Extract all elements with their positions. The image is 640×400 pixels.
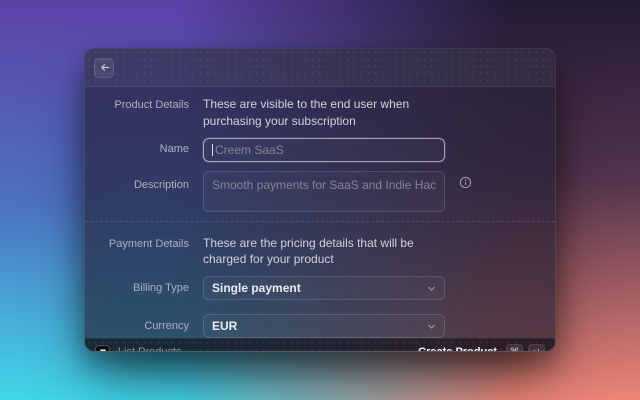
billing-type-row: Billing Type Single payment (85, 276, 555, 300)
description-placeholder: Smooth payments for SaaS and Indie Hacke… (212, 178, 436, 192)
text-caret (212, 144, 213, 156)
product-details-description: These are visible to the end user when p… (203, 96, 445, 130)
payment-details-description: These are the pricing details that will … (203, 235, 445, 269)
list-products-breadcrumb[interactable]: List Products (95, 345, 182, 352)
chevron-down-icon (427, 284, 436, 293)
arrow-left-icon (99, 62, 110, 73)
product-details-label: Product Details (85, 96, 189, 112)
payment-details-section-header: Payment Details These are the pricing de… (85, 235, 555, 269)
create-product-dialog: Product Details These are visible to the… (84, 48, 556, 352)
chevron-down-icon (427, 322, 436, 331)
billing-type-select[interactable]: Single payment (203, 276, 445, 300)
list-products-label: List Products (118, 346, 182, 352)
currency-row: Currency EUR (85, 314, 555, 338)
currency-label: Currency (85, 319, 189, 333)
command-key-icon: ⌘ (506, 344, 523, 352)
billing-type-value: Single payment (212, 281, 301, 295)
name-input[interactable]: Creem SaaS (203, 138, 445, 162)
currency-value: EUR (212, 319, 237, 333)
description-textarea[interactable]: Smooth payments for SaaS and Indie Hacke… (203, 171, 445, 212)
billing-type-label: Billing Type (85, 281, 189, 295)
name-input-placeholder: Creem SaaS (215, 143, 284, 157)
dialog-header (85, 49, 555, 87)
currency-select[interactable]: EUR (203, 314, 445, 338)
info-circle-icon[interactable] (459, 171, 477, 189)
return-key-icon: ↵ (528, 344, 545, 352)
description-field-row: Description Smooth payments for SaaS and… (85, 171, 555, 212)
payment-details-label: Payment Details (85, 235, 189, 251)
name-label: Name (85, 142, 189, 156)
product-details-section-header: Product Details These are visible to the… (85, 96, 555, 130)
name-field-row: Name Creem SaaS (85, 138, 555, 162)
back-button[interactable] (94, 58, 114, 78)
create-product-label: Create Product (418, 346, 497, 352)
payment-details-section: Payment Details These are the pricing de… (85, 221, 555, 339)
dialog-footer: List Products Create Product ⌘ ↵ (85, 338, 555, 352)
description-label: Description (85, 171, 189, 192)
create-product-button[interactable]: Create Product ⌘ ↵ (418, 344, 545, 352)
creem-logo-icon (95, 345, 110, 352)
dialog-body: Product Details These are visible to the… (85, 87, 555, 338)
